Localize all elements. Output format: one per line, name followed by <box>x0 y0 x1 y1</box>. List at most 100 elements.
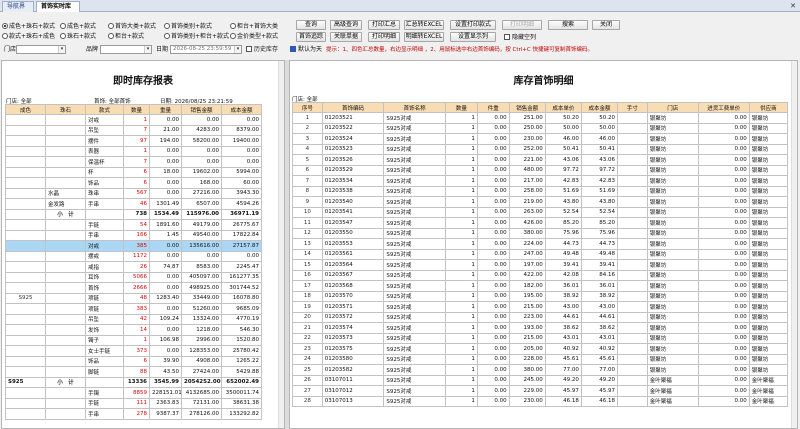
table-row[interactable]: 摆件 97 194.00 58200.00 19400.00 <box>5 135 262 147</box>
print-detail-button-disabled[interactable]: 打印明细 <box>502 20 542 30</box>
table-row[interactable]: 保温杯 7 0.00 0.00 0.00 <box>5 156 262 168</box>
table-row[interactable]: 13 01203553 S925对戒 1 0.00 224.00 44.73 44.73 银聚坊… <box>292 238 789 250</box>
table-cell: S925对戒 <box>383 343 446 355</box>
table-row[interactable]: 饰品 6 0.00 168.00 60.00 <box>5 177 262 189</box>
table-row[interactable]: 金发路 手串 46 1301.49 6507.00 4594.26 <box>5 198 262 210</box>
table-row[interactable]: 首饰 2666 0.00 498925.00 301744.52 <box>5 282 262 294</box>
default-day-checkbox[interactable]: 默认为天 <box>290 45 322 54</box>
table-row[interactable]: 7 01203534 S925对戒 1 0.00 217.00 42.83 42.83 银聚坊 0… <box>292 175 789 187</box>
table-row[interactable]: 27 03107012 S925对戒 1 0.00 229.00 45.97 45.97 金叶聚… <box>292 385 789 397</box>
advanced-query-button[interactable]: 高级查询 <box>330 20 362 30</box>
print-summary-button[interactable]: 打印汇总 <box>368 20 400 30</box>
history-checkbox[interactable]: 历史库存 <box>246 45 278 54</box>
table-row[interactable]: 8 01203538 S925对戒 1 0.00 258.00 51.69 51.69 银聚坊 0… <box>292 185 789 197</box>
table-row[interactable]: 杯 6 18.00 19602.00 5994.00 <box>5 166 262 178</box>
table-cell: 50.00 <box>544 122 582 134</box>
table-row[interactable]: 手镯 8859 228151.01 4132685.00 3500011.74 <box>5 387 262 399</box>
brand-select[interactable]: ▾ <box>100 45 152 54</box>
table-row[interactable]: 2 01203522 S925对戒 1 0.00 250.00 50.00 50.00 银聚坊 0… <box>292 122 789 134</box>
store-select[interactable]: ▾ <box>16 45 66 54</box>
radio-grouping[interactable]: 金价类型+款式 <box>230 32 278 42</box>
table-cell <box>5 135 46 147</box>
radio-grouping[interactable]: 成色+珠石+款式 <box>2 22 55 32</box>
table-row[interactable]: 对戒 1 0.00 0.00 0.00 <box>5 114 262 126</box>
subtotal-row[interactable]: S925 小 计 13336 3545.99 2054252.00 652002.49 <box>5 376 262 388</box>
table-row[interactable]: 摆戒 1172 0.00 0.00 0.00 <box>5 250 262 262</box>
table-row[interactable]: 18 01203570 S925对戒 1 0.00 195.00 38.92 38.92 银聚坊… <box>292 290 789 302</box>
table-row[interactable]: 22 01203573 S925对戒 1 0.00 215.00 43.01 43.01 银聚坊… <box>292 332 789 344</box>
table-row[interactable]: 6 01203529 S925对戒 1 0.00 480.00 97.72 97.72 银聚坊 0… <box>292 164 789 176</box>
table-row[interactable]: 11 01203547 S925对戒 1 0.00 426.00 85.20 85.20 银聚坊… <box>292 217 789 229</box>
table-row[interactable]: 戒指 26 74.87 8583.00 2245.47 <box>5 261 262 273</box>
table-row[interactable]: S925 项链 48 1283.40 33449.00 16078.80 <box>5 292 262 304</box>
table-row[interactable]: 12 01203550 S925对戒 1 0.00 380.00 75.96 75.96 银聚坊… <box>292 227 789 239</box>
date-input[interactable]: 2026-08-25 23:59:59 ▾ <box>170 45 242 54</box>
table-row[interactable]: 镯子 1 106.98 2996.00 1520.80 <box>5 334 262 346</box>
table-row[interactable]: 脚链 88 43.50 27424.00 5429.88 <box>5 366 262 378</box>
detail-excel-button[interactable]: 明细转EXCEL <box>404 32 444 42</box>
table-row[interactable]: 1 01203521 S925对戒 1 0.00 251.00 50.20 50.20 银聚坊 0… <box>292 112 789 124</box>
radio-grouping[interactable]: 首饰类别+款式 <box>164 22 212 32</box>
summary-scrollbar[interactable] <box>278 61 284 428</box>
detail-scrollbar[interactable] <box>791 61 797 428</box>
column-settings-button[interactable]: 设置显示列 <box>450 32 496 42</box>
table-cell <box>5 271 46 283</box>
table-row[interactable]: 3 01203524 S925对戒 1 0.00 230.00 46.00 46.00 银聚坊 0… <box>292 133 789 145</box>
table-row[interactable]: 吊坠 7 21.00 4283.00 8379.00 <box>5 124 262 136</box>
table-row[interactable]: 水晶 珠串 567 0.00 27216.00 3943.30 <box>5 187 262 199</box>
close-icon[interactable]: ✕ <box>788 1 798 11</box>
table-row[interactable]: 20 01203572 S925对戒 1 0.00 223.00 44.61 44.61 银聚坊… <box>292 311 789 323</box>
radio-grouping[interactable]: 成色+款式 <box>60 22 96 32</box>
table-row[interactable]: 表器 1 0.00 0.00 0.00 <box>5 145 262 157</box>
radio-grouping[interactable]: 款式+珠石+成色 <box>2 32 55 42</box>
radio-grouping[interactable]: 柜台+首饰大类 <box>230 22 278 32</box>
table-row[interactable]: 饰品 6 39.90 4908.00 1265.22 <box>5 355 262 367</box>
table-row[interactable]: 项链 383 0.00 51260.00 9685.09 <box>5 303 262 315</box>
radio-grouping[interactable]: 柜台+款式 <box>108 32 144 42</box>
related-docs-button[interactable]: 关联单据 <box>330 32 362 42</box>
print-style-button[interactable]: 设置打印款式 <box>450 20 496 30</box>
tab-inventory[interactable]: 首饰实时库存 <box>36 1 80 20</box>
table-row[interactable]: 15 01203564 S925对戒 1 0.00 197.00 39.41 39.41 银聚坊… <box>292 259 789 271</box>
query-button[interactable]: 查询 <box>296 20 326 30</box>
table-row[interactable]: 耳饰 5066 0.00 405097.00 161277.35 <box>5 271 262 283</box>
table-row[interactable]: 16 01203567 S925对戒 1 0.00 422.00 42.08 84.16 银聚坊… <box>292 269 789 281</box>
radio-grouping[interactable]: 首饰大类+款式 <box>108 22 156 32</box>
table-row[interactable]: 4 01203523 S925对戒 1 0.00 252.00 50.41 50.41 银聚坊 0… <box>292 143 789 155</box>
table-row[interactable]: 21 01203574 S925对戒 1 0.00 193.00 38.62 38.62 银聚坊… <box>292 322 789 334</box>
table-row[interactable]: 女士手链 373 0.00 128353.00 25780.42 <box>5 345 262 357</box>
table-cell: 银聚坊 <box>748 196 789 208</box>
table-row[interactable]: 吊坠 42 109.24 13324.00 4770.19 <box>5 313 262 325</box>
subtotal-row[interactable]: 小 计 738 1534.49 115976.00 36971.19 <box>5 208 262 220</box>
summary-excel-button[interactable]: 汇总转EXCEL <box>404 20 444 30</box>
table-cell: 银聚坊 <box>646 185 699 197</box>
print-detail-button[interactable]: 打印明细 <box>368 32 400 42</box>
table-cell: 652002.49 <box>221 376 262 388</box>
table-row[interactable]: 14 01203561 S925对戒 1 0.00 247.00 49.48 49.48 银聚坊… <box>292 248 789 260</box>
table-row[interactable]: 28 03107013 S925对戒 1 0.00 230.00 46.18 46.18 金叶聚… <box>292 395 789 407</box>
table-row[interactable]: 25 01203582 S925对戒 1 0.00 380.00 77.00 77.00 银聚坊… <box>292 364 789 376</box>
table-cell: 738 <box>123 208 150 220</box>
table-row[interactable]: 对戒 385 0.00 135616.00 27157.87 <box>5 240 262 252</box>
radio-grouping[interactable]: 首饰类别+柜台+款式 <box>164 32 229 42</box>
radio-grouping[interactable]: 珠石+款式 <box>60 32 96 42</box>
search-button[interactable]: 搜索 <box>548 20 588 30</box>
table-row[interactable]: 手串 166 1.45 49540.00 17822.84 <box>5 229 262 241</box>
tab-nav[interactable]: 导航界面 <box>2 1 34 20</box>
table-row[interactable]: 24 01203580 S925对戒 1 0.00 228.00 45.61 45.61 银聚坊… <box>292 353 789 365</box>
jewelry-trace-button[interactable]: 首饰追踪 <box>296 32 326 42</box>
table-row[interactable]: 手串 278 9387.37 278126.00 133292.82 <box>5 408 262 420</box>
table-row[interactable]: 23 01203575 S925对戒 1 0.00 205.00 40.92 40.92 银聚坊… <box>292 343 789 355</box>
table-row[interactable]: 17 01203568 S925对戒 1 0.00 182.00 36.01 36.01 银聚坊… <box>292 280 789 292</box>
table-row[interactable]: 发饰 14 0.00 1218.00 546.30 <box>5 324 262 336</box>
table-row[interactable]: 19 01203571 S925对戒 1 0.00 215.00 43.00 43.00 银聚坊… <box>292 301 789 313</box>
hide-empty-columns-checkbox[interactable]: 隐藏空列 <box>504 33 536 42</box>
table-row[interactable]: 5 01203526 S925对戒 1 0.00 221.00 43.06 43.06 银聚坊 0… <box>292 154 789 166</box>
table-row[interactable]: 10 01203541 S925对戒 1 0.00 263.00 52.54 52.54 银聚坊… <box>292 206 789 218</box>
table-row[interactable]: 手链 54 1891.60 49179.00 26775.67 <box>5 219 262 231</box>
table-row[interactable]: 手链 111 2363.83 72131.00 38631.38 <box>5 397 262 409</box>
table-row[interactable]: 26 03107011 S925对戒 1 0.00 245.00 49.20 49.20 金叶聚… <box>292 374 789 386</box>
table-row[interactable]: 9 01203540 S925对戒 1 0.00 219.00 43.80 43.80 银聚坊 0… <box>292 196 789 208</box>
close-button[interactable]: 关闭 <box>592 20 620 30</box>
table-cell: 39.90 <box>149 355 182 367</box>
